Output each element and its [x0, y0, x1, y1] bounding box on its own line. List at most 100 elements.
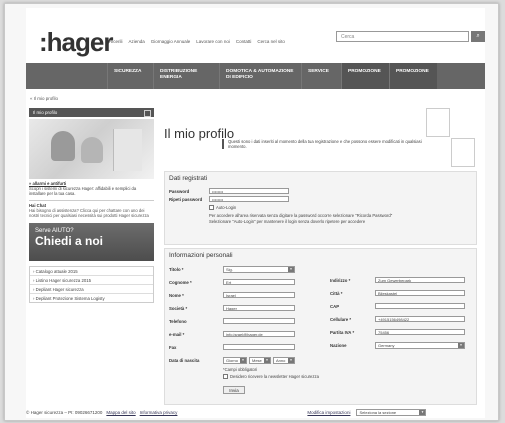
birth-day-select[interactable]: Giorno ▾ [223, 357, 247, 364]
search-input[interactable]: Cerca [336, 31, 469, 42]
promo-photo [29, 119, 154, 179]
photo-window [113, 129, 142, 171]
field-value: 75456 [378, 330, 390, 335]
submit-button[interactable]: Invia [223, 386, 245, 394]
top-link[interactable]: Giornaggio Annuale [151, 39, 191, 44]
help-text: Hai Chat Hai bisogno di assistenza? Clic… [29, 203, 154, 218]
help-banner[interactable]: Serve AIUTO? Chiedi a noi [29, 223, 154, 261]
field-label: CAP [330, 304, 340, 309]
field-input[interactable]: info.israel@hager.de [223, 331, 295, 337]
nav-spacer [26, 63, 108, 89]
top-link[interactable]: Ricerili [109, 39, 123, 44]
field-input[interactable] [223, 318, 295, 324]
sidebar-header[interactable]: Il mio profilo [29, 108, 154, 117]
birth-year-select[interactable]: Anno ▾ [273, 357, 295, 364]
chevron-down-icon: ▾ [264, 358, 270, 363]
autologin-checkbox[interactable] [209, 205, 214, 210]
field-label: Nome * [169, 293, 184, 298]
field-input[interactable]: Zum Gewerbepark [375, 277, 465, 283]
password-label: Password [169, 189, 190, 194]
chevron-down-icon: ▾ [419, 409, 426, 415]
chevron-down-icon: ▾ [240, 358, 246, 363]
field-value: +4915156498422 [378, 317, 410, 322]
field-input[interactable] [223, 344, 295, 350]
photo-figure [51, 131, 75, 161]
hager-logo[interactable]: :hager [39, 27, 113, 58]
section-select-value: Seleziona la sezione [359, 409, 397, 415]
field-input[interactable]: +4915156498422 [375, 316, 465, 322]
download-link[interactable]: › Depliant Protezione Sistema Logisty [30, 294, 153, 302]
download-link[interactable]: › Listino Hager sicurezza 2015 [30, 276, 153, 285]
field-input[interactable]: Blieskastel [375, 290, 465, 296]
newsletter-label: Desidero ricevere la newsletter Hager si… [230, 374, 319, 379]
birth-day-value: Giorno [226, 358, 239, 363]
top-link[interactable]: Cerca nel sito [257, 39, 285, 44]
chevron-down-icon: ▾ [458, 343, 464, 348]
footer-sitemap-link[interactable]: Mappa del sito [106, 410, 135, 415]
repeat-password-field[interactable]: •••••••• [209, 196, 289, 202]
field-input[interactable] [375, 303, 465, 309]
newsletter-checkbox[interactable] [223, 374, 228, 379]
top-link[interactable]: Lavorare con noi [196, 39, 230, 44]
decorative-box [426, 108, 450, 137]
nav-item-sicurezza[interactable]: SICUREZZA [108, 63, 154, 89]
password-field[interactable]: •••••••• [209, 188, 289, 194]
field-label: Indirizzo * [330, 278, 351, 283]
field-input[interactable]: Hager [223, 305, 295, 311]
collapse-icon[interactable] [144, 110, 151, 117]
field-value: Germany [378, 343, 395, 348]
field-label: Partita IVA * [330, 330, 355, 335]
field-value: Israel [226, 293, 236, 298]
birth-year-value: Anno [276, 358, 286, 363]
nav-item-distribuzione[interactable]: DISTRIBUZIONE ENERGIA [154, 63, 220, 89]
search-button[interactable]: ⌕ [471, 31, 485, 42]
top-link[interactable]: Azienda [129, 39, 145, 44]
top-link[interactable]: Contatti [236, 39, 252, 44]
nav-item-service[interactable]: SERVICE [302, 63, 342, 89]
footer-copyright: © Hager sicurezza – PI: 09026671200 [26, 409, 103, 415]
personal-info-panel: Informazioni personali Titolo * Sig. ▾ Cogn… [164, 248, 477, 405]
divider [29, 200, 154, 201]
field-input[interactable]: 75456 [375, 329, 465, 335]
section-select[interactable]: Seleziona la sezione ▾ [356, 408, 427, 416]
field-value: Blieskastel [378, 291, 398, 296]
field-label: Telefono [169, 319, 187, 324]
field-label: e-mail * [169, 332, 185, 337]
download-link[interactable]: › Depliant Hager sicurezza [30, 285, 153, 294]
birth-month-select[interactable]: Mese ▾ [249, 357, 271, 364]
nav-item-domotica[interactable]: DOMOTICA & AUTOMAZIONE DI EDIFICIO [220, 63, 302, 89]
promo-text: » allarmi e antifurti Scopri i sistemi d… [29, 181, 154, 196]
nav-item-promozione[interactable]: PROMOZIONE [342, 63, 390, 89]
field-select[interactable]: Germany ▾ [375, 342, 465, 349]
field-label: Titolo * [169, 267, 184, 272]
top-links: Ricerili Azienda Giornaggio Annuale Lavo… [109, 39, 285, 44]
nav-item-promozione-2[interactable]: PROMOZIONE [390, 63, 437, 89]
field-label: Nazione [330, 343, 347, 348]
registration-note-2: Selezionare "Auto-Login" per mantenere i… [209, 219, 366, 224]
field-select[interactable]: Sig. ▾ [223, 266, 295, 273]
registration-panel: Dati registrati Password •••••••• Ripeti… [164, 171, 477, 245]
download-link[interactable]: › Catalogo attuale 2015 [30, 267, 153, 276]
required-note: *Campi obbligatori [223, 367, 258, 372]
footer-privacy-link[interactable]: Informativa privacy [140, 410, 178, 415]
page: :hager Ricerili Azienda Giornaggio Annua… [26, 8, 485, 418]
footer-cookie-link[interactable]: Modifica impostazioni [307, 410, 350, 415]
birthdate-label: Data di nascita [169, 358, 200, 363]
field-input[interactable]: Ert [223, 279, 295, 285]
sidebar-header-label: Il mio profilo [33, 110, 58, 115]
banner-line-2: Chiedi a noi [35, 234, 104, 248]
field-value: Sig. [226, 267, 233, 272]
sidebar: Il mio profilo » allarmi e antifurti Sco… [29, 108, 154, 303]
field-label: Fax [169, 345, 177, 350]
field-label: Città * [330, 291, 343, 296]
breadcrumb[interactable]: « Il mio profilo [30, 96, 58, 101]
chevron-down-icon: ▾ [288, 358, 294, 363]
personal-heading: Informazioni personali [169, 252, 233, 259]
main-nav: SICUREZZA DISTRIBUZIONE ENERGIA DOMOTICA… [26, 63, 485, 89]
field-value: Zum Gewerbepark [378, 278, 412, 283]
browser-frame: :hager Ricerili Azienda Giornaggio Annua… [4, 3, 499, 421]
field-input[interactable]: Israel [223, 292, 295, 298]
chevron-down-icon: ▾ [288, 267, 294, 272]
field-value: Hager [226, 306, 237, 311]
intro-text: Questi sono i dati inseriti al momento d… [222, 139, 423, 149]
